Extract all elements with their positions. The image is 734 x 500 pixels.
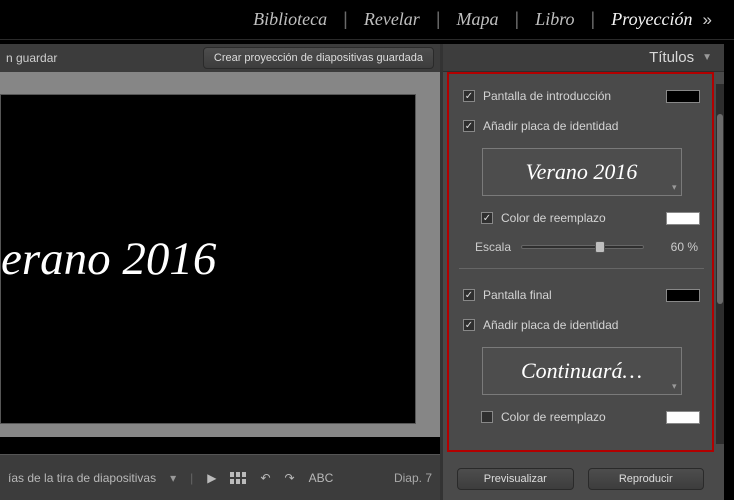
scale-slider[interactable] bbox=[521, 245, 644, 249]
intro-override-color-checkbox[interactable]: ✓ bbox=[481, 212, 493, 224]
slideshow-toolbar: n guardar Crear proyección de diapositiv… bbox=[0, 44, 440, 72]
toolbar-fragment: n guardar bbox=[6, 51, 57, 65]
text-overlay-toggle[interactable]: ABC bbox=[309, 471, 334, 485]
separator: | bbox=[436, 9, 441, 30]
intro-screen-label: Pantalla de introducción bbox=[483, 89, 611, 103]
scale-label: Escala bbox=[475, 240, 511, 254]
end-identity-plate-text: Continuará… bbox=[521, 358, 642, 384]
divider bbox=[459, 268, 704, 269]
preview-button[interactable]: Previsualizar bbox=[457, 468, 574, 490]
slide-canvas[interactable]: erano 2016 bbox=[0, 94, 416, 424]
end-color-swatch[interactable] bbox=[666, 289, 700, 302]
slide-counter: Diap. 7 bbox=[394, 471, 432, 485]
play-icon[interactable]: ▶ bbox=[207, 471, 216, 485]
collapse-icon[interactable]: ▼ bbox=[702, 52, 712, 63]
end-identity-plate-checkbox[interactable]: ✓ bbox=[463, 319, 475, 331]
tab-proyeccion[interactable]: Proyección bbox=[605, 9, 698, 30]
panel-title: Títulos bbox=[649, 49, 694, 66]
intro-override-color-swatch[interactable] bbox=[666, 212, 700, 225]
panel-header[interactable]: Títulos ▼ bbox=[443, 44, 724, 72]
separator: | bbox=[343, 9, 348, 30]
grid-icon[interactable] bbox=[230, 472, 246, 484]
scrollbar-thumb[interactable] bbox=[717, 114, 723, 304]
separator: | bbox=[515, 9, 520, 30]
tab-revelar[interactable]: Revelar bbox=[358, 9, 426, 30]
panel-scrollbar[interactable] bbox=[716, 84, 724, 444]
end-identity-plate-label: Añadir placa de identidad bbox=[483, 318, 618, 332]
end-override-color-swatch[interactable] bbox=[666, 411, 700, 424]
dropdown-icon[interactable]: ▾ bbox=[672, 182, 677, 193]
end-override-color-label: Color de reemplazo bbox=[501, 410, 606, 424]
rotate-ccw-icon[interactable]: ↶ bbox=[260, 471, 270, 485]
slide-title-text: erano 2016 bbox=[1, 232, 216, 286]
separator: | bbox=[190, 471, 193, 485]
end-screen-checkbox[interactable]: ✓ bbox=[463, 289, 475, 301]
preview-area: erano 2016 bbox=[0, 72, 440, 437]
create-saved-slideshow-button[interactable]: Crear proyección de diapositivas guardad… bbox=[203, 47, 434, 69]
more-modules-icon[interactable]: » bbox=[703, 10, 712, 30]
use-filmstrip-label[interactable]: ías de la tira de diapositivas bbox=[8, 471, 156, 485]
intro-color-swatch[interactable] bbox=[666, 90, 700, 103]
titles-panel: Títulos ▼ ✓ Pantalla de introducción ✓ A… bbox=[440, 44, 724, 500]
play-button[interactable]: Reproducir bbox=[588, 468, 705, 490]
end-override-color-checkbox[interactable]: ✓ bbox=[481, 411, 493, 423]
end-identity-plate-preview[interactable]: Continuará… ▾ bbox=[482, 347, 682, 395]
intro-identity-plate-text: Verano 2016 bbox=[526, 159, 638, 185]
intro-identity-plate-checkbox[interactable]: ✓ bbox=[463, 120, 475, 132]
tab-mapa[interactable]: Mapa bbox=[451, 9, 505, 30]
intro-identity-plate-label: Añadir placa de identidad bbox=[483, 119, 618, 133]
tab-biblioteca[interactable]: Biblioteca bbox=[247, 9, 333, 30]
end-screen-label: Pantalla final bbox=[483, 288, 552, 302]
preview-footer: ías de la tira de diapositivas ▾ | ▶ ↶ ↷… bbox=[0, 454, 440, 500]
intro-screen-checkbox[interactable]: ✓ bbox=[463, 90, 475, 102]
chevron-down-icon[interactable]: ▾ bbox=[170, 471, 176, 485]
intro-identity-plate-preview[interactable]: Verano 2016 ▾ bbox=[482, 148, 682, 196]
scale-value[interactable]: 60 % bbox=[654, 240, 698, 254]
panel-body: ✓ Pantalla de introducción ✓ Añadir plac… bbox=[447, 72, 714, 452]
scale-slider-knob[interactable] bbox=[595, 241, 605, 253]
separator: | bbox=[591, 9, 596, 30]
tab-libro[interactable]: Libro bbox=[529, 9, 580, 30]
rotate-cw-icon[interactable]: ↷ bbox=[285, 471, 295, 485]
module-picker: Biblioteca | Revelar | Mapa | Libro | Pr… bbox=[0, 0, 734, 40]
dropdown-icon[interactable]: ▾ bbox=[672, 381, 677, 392]
intro-override-color-label: Color de reemplazo bbox=[501, 211, 606, 225]
